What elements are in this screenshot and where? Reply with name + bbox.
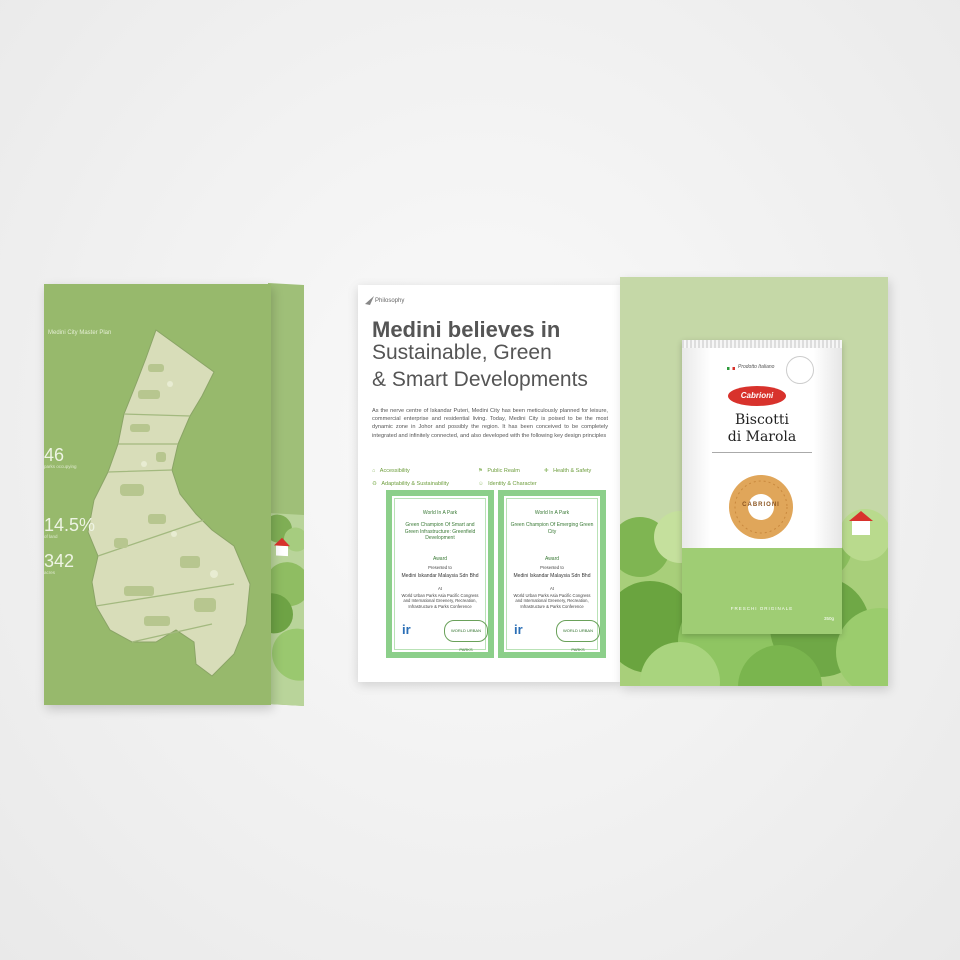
product-name-line-2: di Marola (727, 429, 797, 445)
italian-flag-icon (727, 367, 735, 370)
cert-title: Green Champion Of Smart and Green Infras… (404, 522, 476, 541)
cert-conference: World Urban Parks Asia Pacific Congress … (401, 593, 479, 609)
divider (712, 452, 812, 453)
heading-line-3: & Smart Developments (372, 368, 588, 391)
package-tag: Prodotto Italiano (738, 364, 775, 370)
cert-recipient: Medini Iskandar Malaysia Sdn Bhd (401, 573, 479, 579)
principle-label: Adaptability & Sustainability (381, 481, 449, 487)
cert-presented: Presented to (428, 565, 452, 570)
package-footer: FRESCHI ORIGINALE (730, 606, 794, 611)
biscotti-package: Prodotto Italiano Cabrioni Biscotti di M… (682, 340, 842, 634)
cert-recipient: Medini Iskandar Malaysia Sdn Bhd (513, 573, 591, 579)
world-urban-parks-logo: WORLD URBAN PARKS (556, 620, 600, 652)
principle-item: ☺ Identity & Character (478, 472, 537, 490)
stat-acres: 342 acres (44, 552, 74, 575)
cert-event: World In A Park (534, 510, 570, 516)
heading-line-2: Sustainable, Green (372, 341, 552, 364)
brand-logo: Cabrioni (728, 386, 786, 406)
principle-label: Health & Safety (553, 468, 592, 474)
section-label: Philosophy (375, 298, 405, 304)
stat-parks-value: 46 (44, 445, 65, 465)
principle-item: ♻ Adaptability & Sustainability (372, 472, 449, 490)
paper-plane-icon (365, 296, 374, 305)
heading-line-1: Medini believes in (372, 317, 561, 342)
philosophy-page: Philosophy Medini believes in Sustainabl… (358, 285, 620, 682)
ir-logo: ir (402, 622, 411, 637)
stat-land: 14.5% of land (44, 516, 95, 539)
package-weight: 350g (823, 616, 834, 621)
ir-logo: ir (514, 622, 523, 637)
stat-acres-value: 342 (44, 551, 75, 571)
cert-award: Award (544, 556, 560, 562)
product-page: Prodotto Italiano Cabrioni Biscotti di M… (620, 277, 888, 686)
body-paragraph: As the nerve centre of Iskandar Puteri, … (372, 408, 608, 439)
stat-parks-label: parks occupying (44, 464, 77, 469)
cert-event: World In A Park (422, 510, 458, 516)
cert-title: Green Champion Of Emerging Green City (510, 522, 594, 535)
cert-at: At (438, 586, 442, 591)
bag-seal (682, 340, 842, 348)
left-brochure-back-panel (268, 283, 304, 706)
identity-icon: ☺ (478, 481, 484, 487)
stat-parks: 46 parks occupying (44, 446, 77, 469)
principle-label: Identity & Character (488, 481, 537, 487)
landscape-illustration (268, 513, 304, 706)
bag-landscape: FRESCHI ORIGINALE 350g (682, 548, 842, 634)
master-plan-map (87, 329, 251, 677)
biscuit-embossing: CABRIONI (742, 502, 780, 508)
cert-award: Award (432, 556, 448, 562)
seal-emblem-icon (786, 356, 814, 384)
award-certificate: World In A Park Green Champion Of Smart … (386, 490, 494, 658)
principle-item: ✚ Health & Safety (544, 459, 591, 477)
product-name-line-1: Biscotti (735, 412, 789, 428)
world-urban-parks-logo: WORLD URBAN PARKS (444, 620, 488, 652)
sustainability-icon: ♻ (372, 481, 377, 487)
stat-land-value: 14.5% (44, 515, 96, 535)
health-icon: ✚ (544, 468, 549, 474)
award-certificate: World In A Park Green Champion Of Emergi… (498, 490, 606, 658)
cert-at: At (550, 586, 554, 591)
cert-conference: World Urban Parks Asia Pacific Congress … (513, 593, 591, 609)
cert-presented: Presented to (540, 565, 564, 570)
left-brochure-cover: Medini City Master Plan 46 parks occupyi… (44, 284, 271, 705)
